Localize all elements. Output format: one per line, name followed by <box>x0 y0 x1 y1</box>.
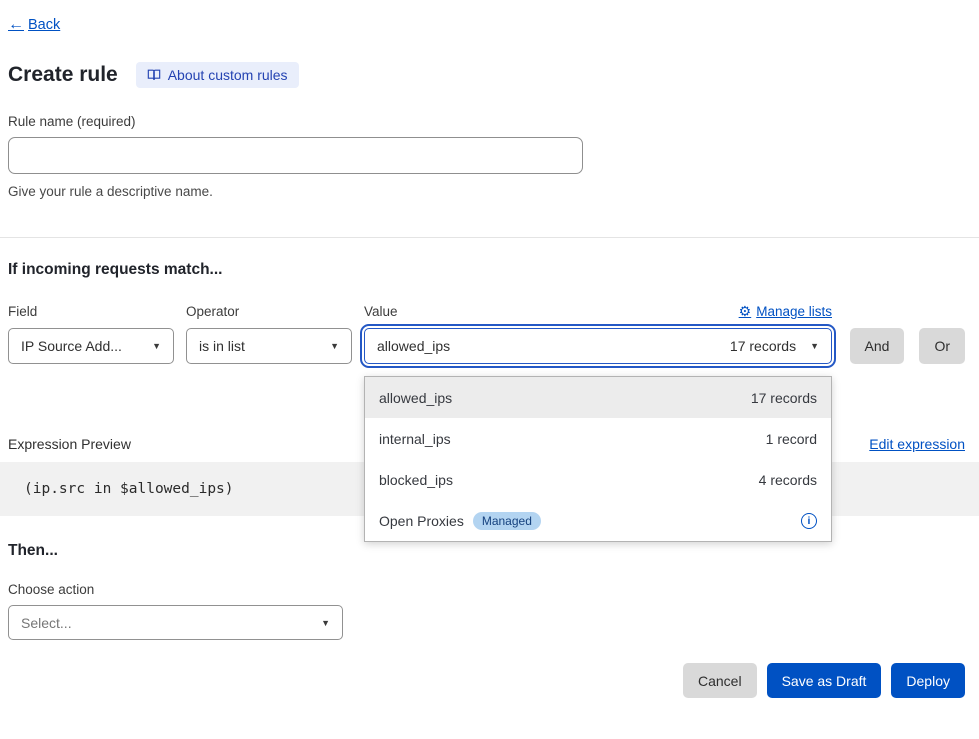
about-badge-label: About custom rules <box>168 67 288 83</box>
list-item-name: blocked_ips <box>379 472 453 488</box>
field-label: Field <box>8 304 174 319</box>
chevron-down-icon: ▼ <box>321 618 330 628</box>
list-item-name: allowed_ips <box>379 390 452 406</box>
value-dropdown-menu: allowed_ips 17 records internal_ips 1 re… <box>364 376 832 542</box>
field-select[interactable]: IP Source Add... ▼ <box>8 328 174 364</box>
action-select[interactable]: Select... ▼ <box>8 605 343 640</box>
manage-lists-label: Manage lists <box>756 304 832 319</box>
chevron-down-icon: ▼ <box>810 341 819 351</box>
rule-name-label: Rule name (required) <box>8 114 965 129</box>
chevron-down-icon: ▼ <box>330 341 339 351</box>
value-combobox[interactable]: allowed_ips 17 records ▼ <box>364 328 832 364</box>
save-as-draft-button[interactable]: Save as Draft <box>767 663 882 698</box>
page-title: Create rule <box>8 63 118 87</box>
list-item-open-proxies[interactable]: Open Proxies Managed i <box>365 500 831 541</box>
operator-select-value: is in list <box>199 338 245 354</box>
expression-code: (ip.src in $allowed_ips) <box>24 481 234 497</box>
about-custom-rules-link[interactable]: About custom rules <box>136 62 299 88</box>
and-button[interactable]: And <box>850 328 905 364</box>
field-select-value: IP Source Add... <box>21 338 122 354</box>
list-item-internal-ips[interactable]: internal_ips 1 record <box>365 418 831 459</box>
list-item-name: internal_ips <box>379 431 451 447</box>
manage-lists-link[interactable]: ⚙ Manage lists <box>739 303 832 320</box>
list-item-name: Open Proxies <box>379 513 464 529</box>
back-link[interactable]: ←Back <box>8 16 60 34</box>
back-label: Back <box>28 17 60 33</box>
footer-actions: Cancel Save as Draft Deploy <box>8 663 965 698</box>
rule-name-input[interactable] <box>8 137 583 174</box>
expression-preview-label: Expression Preview <box>8 436 131 452</box>
list-item-records: 4 records <box>759 472 817 488</box>
list-item-records: 1 record <box>766 431 817 447</box>
operator-select[interactable]: is in list ▼ <box>186 328 352 364</box>
managed-badge: Managed <box>473 512 541 530</box>
value-records-count: 17 records <box>730 338 796 354</box>
title-row: Create rule About custom rules <box>8 62 965 88</box>
list-item-records: 17 records <box>751 390 817 406</box>
gear-icon: ⚙ <box>739 303 752 320</box>
edit-expression-link[interactable]: Edit expression <box>869 436 965 452</box>
chevron-down-icon: ▼ <box>152 341 161 351</box>
info-icon[interactable]: i <box>801 513 817 529</box>
or-button[interactable]: Or <box>919 328 965 364</box>
rule-name-helper: Give your rule a descriptive name. <box>8 184 965 199</box>
deploy-button[interactable]: Deploy <box>891 663 965 698</box>
match-section-title: If incoming requests match... <box>8 261 965 279</box>
operator-label: Operator <box>186 304 352 319</box>
then-section-title: Then... <box>8 542 965 560</box>
value-combobox-selected: allowed_ips <box>377 338 450 354</box>
match-controls-row: IP Source Add... ▼ is in list ▼ allowed_… <box>8 328 965 364</box>
cancel-button[interactable]: Cancel <box>683 663 757 698</box>
list-item-allowed-ips[interactable]: allowed_ips 17 records <box>365 377 831 418</box>
list-item-blocked-ips[interactable]: blocked_ips 4 records <box>365 459 831 500</box>
create-rule-page: ←Back Create rule About custom rules Rul… <box>0 0 979 739</box>
back-arrow-icon: ← <box>8 16 24 34</box>
match-labels-row: Field Operator Value ⚙ Manage lists <box>8 303 965 320</box>
value-label: Value <box>364 304 398 319</box>
choose-action-label: Choose action <box>8 582 965 597</box>
book-icon <box>147 68 161 82</box>
action-select-placeholder: Select... <box>21 615 72 631</box>
section-divider <box>0 237 979 238</box>
